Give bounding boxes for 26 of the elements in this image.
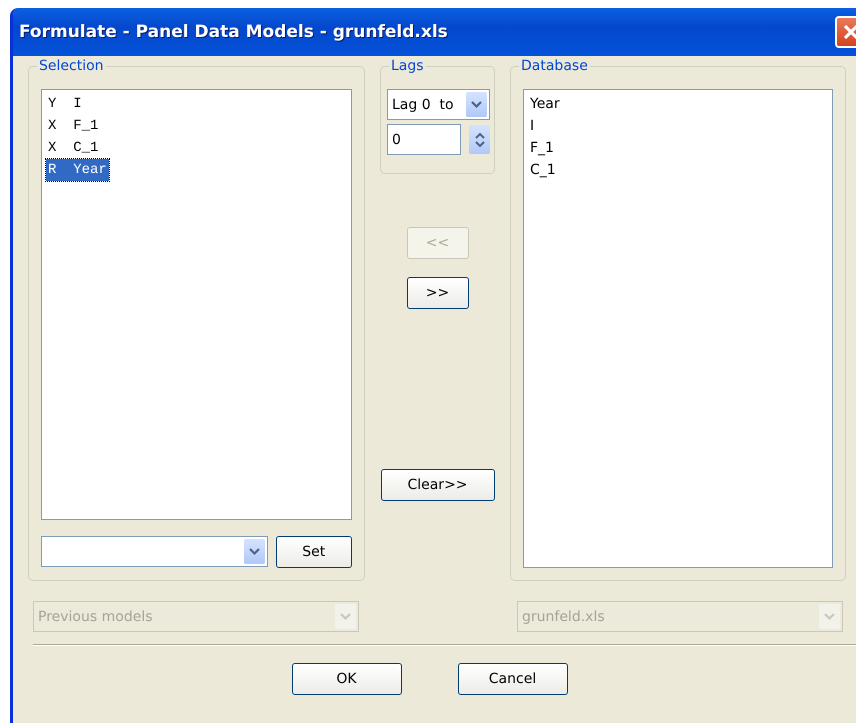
chevron-down-icon (824, 612, 835, 620)
role-combo[interactable] (41, 536, 268, 567)
database-list[interactable]: Year I F_1 C_1 (523, 89, 833, 568)
close-icon (842, 23, 856, 41)
selection-list[interactable]: Y I X F_1 X C_1 R Year (41, 89, 352, 520)
list-item[interactable]: X F_1 (46, 115, 100, 137)
lag-spinner[interactable]: 0 (387, 124, 490, 155)
chevron-down-icon (471, 100, 482, 108)
list-item[interactable]: Year (528, 93, 562, 115)
group-title: Lags (389, 58, 426, 74)
list-item[interactable]: X C_1 (46, 137, 100, 159)
lag-combo[interactable]: Lag 0 to (387, 89, 490, 120)
cancel-button[interactable]: Cancel (458, 663, 568, 695)
move-button[interactable]: >> (406, 277, 468, 309)
set-button[interactable]: Set (276, 536, 352, 568)
clear-button[interactable]: Clear>> (380, 469, 494, 501)
list-item[interactable]: C_1 (528, 159, 558, 181)
list-item[interactable]: R Year (46, 159, 109, 181)
list-item[interactable]: Y I (46, 93, 84, 115)
ok-button[interactable]: OK (292, 663, 402, 695)
chevron-down-icon (248, 548, 260, 556)
spinner-value[interactable]: 0 (387, 124, 461, 155)
chevron-down-icon (340, 612, 351, 620)
window-title: Formulate - Panel Data Models - grunfeld.xls (19, 22, 448, 42)
list-item[interactable]: F_1 (528, 137, 556, 159)
list-item[interactable]: I (528, 115, 536, 137)
